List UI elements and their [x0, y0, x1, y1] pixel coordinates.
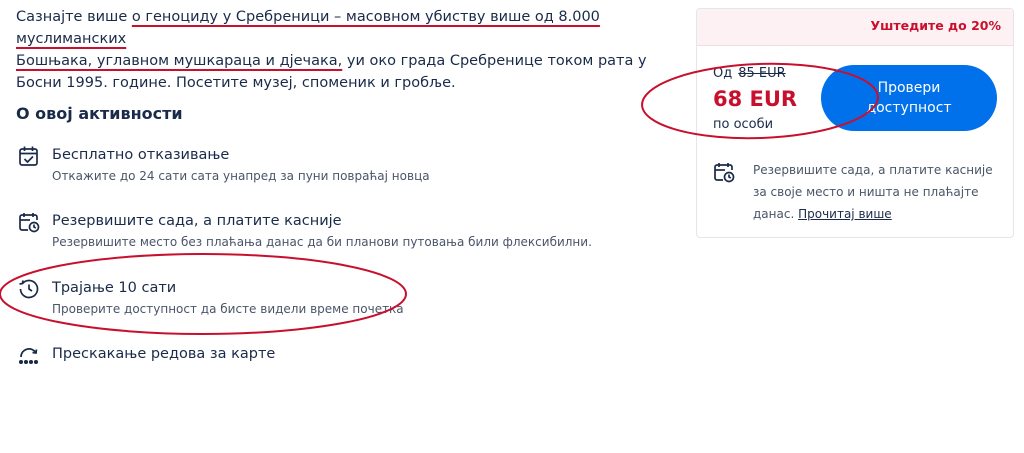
- promo-banner: Уштедите до 20%: [697, 9, 1013, 46]
- price-from: Од 85 EUR: [713, 66, 786, 81]
- skip-line-icon: [18, 348, 39, 365]
- feature-title: Трајање 10 сати: [52, 280, 177, 296]
- description-paragraph: Сазнајте више о геноциду у Сребреници – …: [16, 6, 688, 94]
- reserve-note-text: Резервишите сада, а платите касније за с…: [753, 159, 1003, 225]
- old-price: 85 EUR: [738, 66, 786, 81]
- booking-card: Уштедите до 20% Од 85 EUR 68 EUR по особи…: [696, 8, 1014, 238]
- calendar-clock-icon: [714, 163, 735, 183]
- feature-subtitle: Откажите до 24 сати сата унапред за пуни…: [52, 169, 430, 183]
- feature-subtitle: Проверите доступност да бисте видели вре…: [52, 302, 404, 316]
- current-price: 68 EUR: [713, 87, 798, 111]
- check-availability-button[interactable]: Провери доступност: [821, 65, 997, 131]
- per-person-label: по особи: [713, 117, 774, 132]
- calendar-clock-icon: [19, 213, 40, 233]
- feature-title: Резервишите сада, а платите касније: [52, 213, 342, 229]
- promo-text: Уштедите до 20%: [870, 18, 1001, 33]
- intro-underlined-2: Бошњака, углавном мушкараца и дјечака,: [16, 53, 343, 69]
- from-label: Од: [713, 66, 733, 81]
- feature-title: Бесплатно отказивање: [52, 147, 230, 163]
- about-activity-heading: О овој активности: [16, 104, 183, 123]
- history-clock-icon: [19, 279, 39, 299]
- read-more-link[interactable]: Прочитај више: [798, 207, 892, 221]
- intro-text-1: Сазнајте више: [16, 9, 132, 25]
- feature-subtitle: Резервишите место без плаћања данас да б…: [52, 235, 592, 249]
- calendar-check-icon: [19, 146, 38, 166]
- feature-title: Прескакање редова за карте: [52, 346, 276, 362]
